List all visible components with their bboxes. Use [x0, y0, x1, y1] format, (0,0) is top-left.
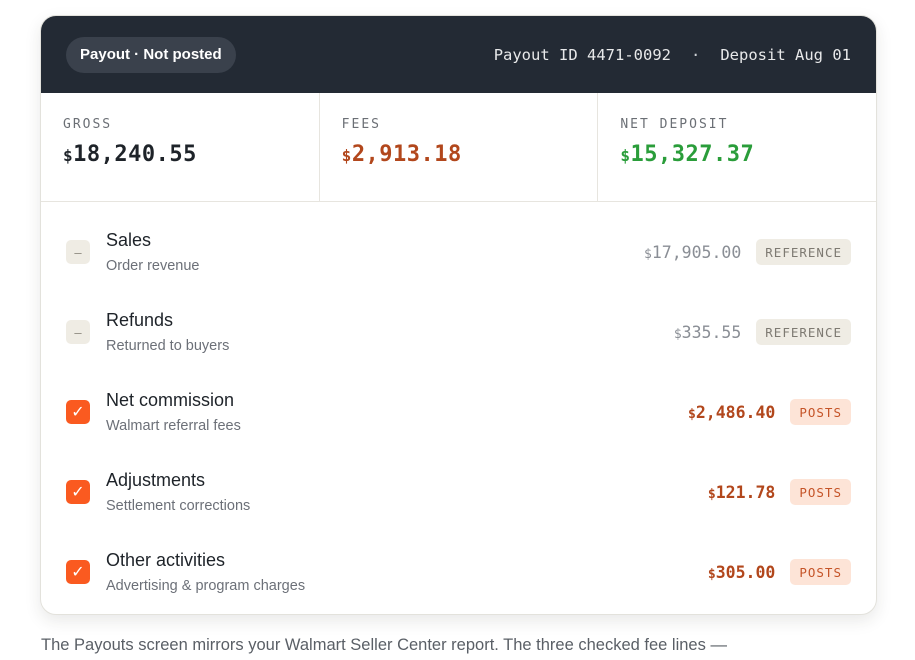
deposit-date: Deposit Aug 01 [720, 45, 851, 64]
checkbox-checked[interactable]: ✓ [66, 400, 90, 424]
list-item-sales: – Sales Order revenue $17,905.00 REFEREN… [41, 212, 876, 292]
line-amount-value: 305.00 [715, 562, 776, 582]
line-text: Net commission Walmart referral fees [106, 390, 688, 434]
net-deposit-value: $15,327.37 [620, 142, 854, 167]
line-subtitle: Returned to buyers [106, 338, 230, 354]
line-amount: $335.55 [674, 323, 741, 342]
line-currency: $ [644, 246, 652, 262]
list-item-refunds: – Refunds Returned to buyers $335.55 REF… [41, 292, 876, 372]
line-amount-value: 2,486.40 [695, 402, 776, 422]
summary-net-deposit: NET DEPOSIT $15,327.37 [598, 93, 876, 201]
summary-fees: FEES $2,913.18 [320, 93, 599, 201]
summary-gross: GROSS $18,240.55 [41, 93, 320, 201]
line-title: Other activities [106, 550, 226, 570]
line-title: Adjustments [106, 470, 206, 490]
line-text: Sales Order revenue [106, 230, 644, 274]
status-badge: Payout · Not posted [66, 36, 236, 73]
line-amount-value: 17,905.00 [651, 242, 742, 262]
gross-label: GROSS [63, 117, 113, 132]
line-amount: $305.00 [708, 563, 775, 582]
line-amount-value: 121.78 [715, 482, 776, 502]
line-currency: $ [707, 486, 716, 502]
payout-card: Payout · Not posted Payout ID 4471-0092 … [40, 15, 877, 615]
reference-badge: REFERENCE [756, 239, 851, 265]
fee-lines-list: – Sales Order revenue $17,905.00 REFEREN… [41, 202, 876, 612]
payout-meta: Payout ID 4471-0092 · Deposit Aug 01 [494, 46, 851, 64]
footnote-text: The Payouts screen mirrors your Walmart … [41, 636, 727, 654]
gross-currency: $ [63, 146, 74, 165]
line-text: Other activities Advertising & program c… [106, 550, 708, 594]
posts-badge: POSTS [790, 399, 851, 425]
line-subtitle: Order revenue [106, 258, 200, 274]
list-item-adjustments: ✓ Adjustments Settlement corrections $12… [41, 452, 876, 532]
payout-header: Payout · Not posted Payout ID 4471-0092 … [41, 16, 876, 93]
reference-checkbox[interactable]: – [66, 320, 90, 344]
line-text: Refunds Returned to buyers [106, 310, 674, 354]
posts-badge: POSTS [790, 559, 851, 585]
fees-amount: 2,913.18 [351, 142, 462, 167]
list-item-other-activities: ✓ Other activities Advertising & program… [41, 532, 876, 612]
line-text: Adjustments Settlement corrections [106, 470, 708, 514]
gross-amount: 18,240.55 [73, 142, 197, 167]
line-title: Refunds [106, 310, 174, 330]
fees-currency: $ [341, 146, 352, 165]
posts-badge: POSTS [790, 479, 851, 505]
checkbox-checked[interactable]: ✓ [66, 480, 90, 504]
net-deposit-label: NET DEPOSIT [620, 117, 729, 132]
line-amount: $2,486.40 [688, 403, 775, 422]
line-title: Net commission [106, 390, 235, 410]
line-amount-value: 335.55 [681, 322, 742, 342]
gross-value: $18,240.55 [63, 142, 297, 167]
list-item-net-commission: ✓ Net commission Walmart referral fees $… [41, 372, 876, 452]
reference-badge: REFERENCE [756, 319, 851, 345]
line-subtitle: Advertising & program charges [106, 578, 306, 594]
net-deposit-currency: $ [620, 146, 631, 165]
checkbox-checked[interactable]: ✓ [66, 560, 90, 584]
line-subtitle: Walmart referral fees [106, 418, 241, 434]
line-subtitle: Settlement corrections [106, 498, 251, 514]
line-amount: $121.78 [708, 483, 775, 502]
meta-separator: · [691, 45, 701, 64]
line-currency: $ [688, 406, 696, 422]
fees-label: FEES [341, 117, 381, 132]
line-currency: $ [673, 326, 682, 342]
line-currency: $ [707, 566, 716, 582]
summary-totals: GROSS $18,240.55 FEES $2,913.18 NET DEPO… [41, 93, 876, 202]
fees-value: $2,913.18 [342, 142, 576, 167]
line-amount: $17,905.00 [644, 243, 741, 262]
payout-id: Payout ID 4471-0092 [493, 45, 671, 64]
net-deposit-amount: 15,327.37 [630, 142, 755, 167]
reference-checkbox[interactable]: – [66, 240, 90, 264]
line-title: Sales [106, 230, 152, 250]
